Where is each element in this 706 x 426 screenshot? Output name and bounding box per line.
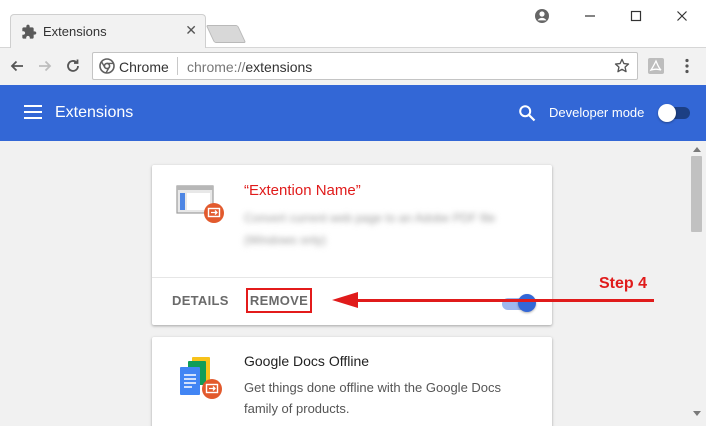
- tab-close-icon[interactable]: ✕: [185, 22, 197, 38]
- extension-card: Google Docs Offline Get things done offl…: [152, 337, 552, 426]
- profile-icon[interactable]: [530, 6, 554, 26]
- extension-name: “Extention Name”: [244, 182, 361, 199]
- chrome-logo-icon: [99, 58, 115, 74]
- annotation-arrow-head-icon: [332, 292, 358, 308]
- bookmark-star-icon[interactable]: [613, 57, 631, 75]
- remove-button[interactable]: REMOVE: [246, 288, 312, 313]
- back-arrow-icon[interactable]: [6, 55, 28, 77]
- omnibox-url[interactable]: chrome://extensions: [187, 59, 312, 75]
- title-bar: Extensions ✕: [0, 0, 706, 48]
- scroll-down-arrow-icon[interactable]: [693, 411, 701, 416]
- reload-icon[interactable]: [62, 55, 84, 77]
- pdf-extension-icon[interactable]: [645, 55, 667, 77]
- scroll-up-arrow-icon[interactable]: [693, 147, 701, 152]
- browser-toolbar: Chrome chrome://extensions: [0, 48, 706, 85]
- card-divider: [152, 277, 552, 278]
- forward-arrow-icon[interactable]: [34, 55, 56, 77]
- search-icon[interactable]: [518, 104, 536, 122]
- puzzle-piece-icon: [22, 24, 37, 39]
- details-button[interactable]: DETAILS: [172, 293, 229, 308]
- new-tab-button[interactable]: [205, 25, 247, 43]
- omnibox-site-chip: Chrome: [119, 59, 169, 75]
- tab-extensions[interactable]: Extensions ✕: [10, 14, 206, 48]
- maximize-icon[interactable]: [624, 6, 648, 26]
- page-title: Extensions: [55, 104, 134, 121]
- extension-name: Google Docs Offline: [244, 353, 370, 369]
- google-docs-icon: [180, 357, 222, 399]
- extension-description: Get things done offline with the Google …: [244, 380, 502, 416]
- extension-window-icon: [176, 185, 224, 223]
- step-annotation-label: Step 4: [599, 275, 648, 292]
- tab-title: Extensions: [43, 24, 107, 39]
- menu-dots-icon[interactable]: [676, 55, 698, 77]
- address-bar[interactable]: Chrome chrome://extensions: [92, 52, 638, 80]
- minimize-icon[interactable]: [578, 6, 602, 26]
- scrollbar[interactable]: [688, 141, 706, 426]
- developer-mode-toggle-knob[interactable]: [658, 104, 676, 122]
- omnibox-separator: [177, 57, 178, 75]
- developer-mode-label: Developer mode: [549, 105, 645, 120]
- extension-enable-toggle-knob[interactable]: [518, 294, 536, 312]
- hamburger-menu-icon[interactable]: [24, 105, 42, 119]
- extensions-header: Extensions Developer mode: [0, 85, 706, 141]
- annotation-arrow-line: [355, 299, 654, 302]
- scroll-thumb[interactable]: [691, 156, 702, 232]
- extension-description: Convert current web page to an Adobe PDF…: [244, 211, 496, 247]
- close-window-icon[interactable]: [670, 6, 694, 26]
